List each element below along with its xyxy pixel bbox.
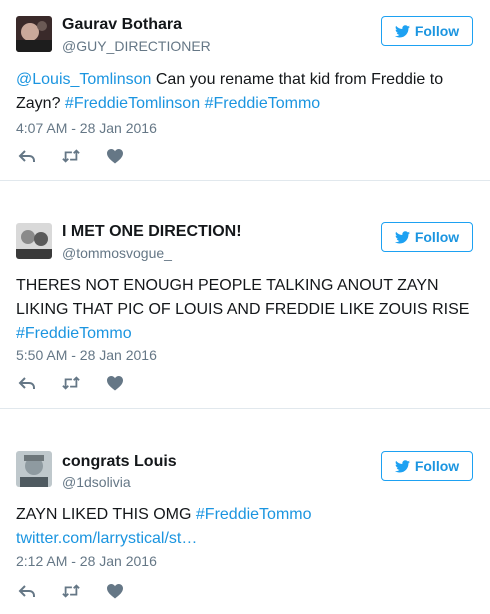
hashtag-link[interactable]: #FreddieTomlinson bbox=[65, 95, 200, 112]
tweet-actions bbox=[18, 148, 124, 164]
follow-label: Follow bbox=[414, 23, 460, 39]
author-handle[interactable]: @1dsolivia bbox=[62, 474, 131, 490]
reply-icon[interactable] bbox=[18, 148, 36, 164]
retweet-icon[interactable] bbox=[62, 375, 80, 391]
bird-icon bbox=[394, 24, 410, 37]
bird-icon bbox=[394, 230, 410, 243]
hashtag-link[interactable]: #FreddieTommo bbox=[16, 325, 132, 342]
author-name[interactable]: I MET ONE DIRECTION! bbox=[62, 223, 242, 241]
like-icon[interactable] bbox=[106, 148, 124, 164]
reply-icon[interactable] bbox=[18, 375, 36, 391]
tweet-actions bbox=[18, 375, 124, 391]
like-icon[interactable] bbox=[106, 583, 124, 599]
retweet-icon[interactable] bbox=[62, 148, 80, 164]
hashtag-link[interactable]: #FreddieTommo bbox=[205, 95, 321, 112]
author-name[interactable]: congrats Louis bbox=[62, 453, 177, 471]
url-link[interactable]: twitter.com/larrystical/st… bbox=[16, 530, 197, 547]
timestamp[interactable]: 4:07 AM - 28 Jan 2016 bbox=[16, 120, 157, 136]
author-name[interactable]: Gaurav Bothara bbox=[62, 16, 182, 34]
tweet-card: Gaurav Bothara @GUY_DIRECTIONER Follow @… bbox=[0, 0, 490, 181]
bird-icon bbox=[394, 459, 410, 472]
tweet-card: congrats Louis @1dsolivia Follow ZAYN LI… bbox=[0, 409, 490, 614]
hashtag-link[interactable]: #FreddieTommo bbox=[196, 506, 312, 523]
mention-link[interactable]: @Louis_Tomlinson bbox=[16, 71, 151, 88]
tweet-card: I MET ONE DIRECTION! @tommosvogue_ Follo… bbox=[0, 181, 490, 409]
follow-button[interactable]: Follow bbox=[381, 16, 473, 46]
reply-icon[interactable] bbox=[18, 583, 36, 599]
follow-label: Follow bbox=[414, 229, 460, 245]
tweet-text-segment: ZAYN LIKED THIS OMG bbox=[16, 506, 196, 523]
follow-button[interactable]: Follow bbox=[381, 451, 473, 481]
avatar[interactable] bbox=[16, 451, 52, 487]
follow-label: Follow bbox=[414, 458, 460, 474]
tweet-text: THERES NOT ENOUGH PEOPLE TALKING ANOUT Z… bbox=[16, 274, 476, 346]
like-icon[interactable] bbox=[106, 375, 124, 391]
avatar[interactable] bbox=[16, 223, 52, 259]
tweet-actions bbox=[18, 583, 124, 599]
timestamp[interactable]: 2:12 AM - 28 Jan 2016 bbox=[16, 553, 157, 569]
tweet-text: @Louis_Tomlinson Can you rename that kid… bbox=[16, 68, 476, 116]
author-handle[interactable]: @tommosvogue_ bbox=[62, 245, 172, 261]
retweet-icon[interactable] bbox=[62, 583, 80, 599]
avatar[interactable] bbox=[16, 16, 52, 52]
timestamp[interactable]: 5:50 AM - 28 Jan 2016 bbox=[16, 347, 157, 363]
author-handle[interactable]: @GUY_DIRECTIONER bbox=[62, 38, 211, 54]
tweet-text-segment: THERES NOT ENOUGH PEOPLE TALKING ANOUT Z… bbox=[16, 277, 470, 318]
tweet-text: ZAYN LIKED THIS OMG #FreddieTommo twitte… bbox=[16, 503, 336, 551]
follow-button[interactable]: Follow bbox=[381, 222, 473, 252]
